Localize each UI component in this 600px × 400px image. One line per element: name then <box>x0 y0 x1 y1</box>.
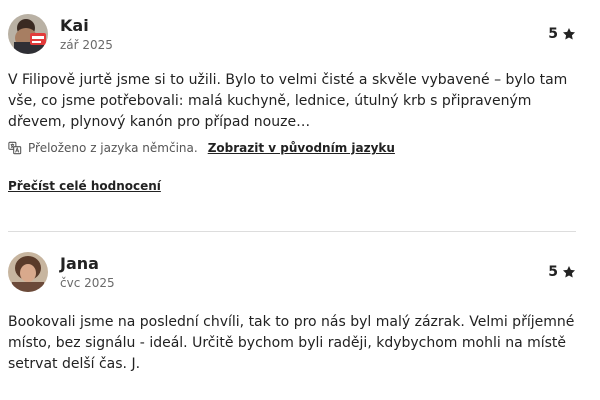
reviewer-name: Kai <box>60 16 89 35</box>
rating: 5 <box>548 264 576 280</box>
translation-label: Přeloženo z jazyka němčina. <box>28 141 198 155</box>
translate-icon <box>8 141 22 155</box>
review-text: V Filipově jurtě jsme si to užili. Bylo … <box>8 72 568 130</box>
review-card: Kai zář 2025 5 V Filipově jurtě jsme si … <box>8 14 576 194</box>
review-date: čvc 2025 <box>60 276 115 290</box>
read-full-review-link[interactable]: Přečíst celé hodnocení <box>8 179 161 193</box>
translation-note: Přeloženo z jazyka němčina. Zobrazit v p… <box>8 139 576 157</box>
review-date: zář 2025 <box>60 38 113 52</box>
review-header: Jana čvc 2025 5 <box>8 252 576 296</box>
rating: 5 <box>548 26 576 42</box>
avatar[interactable] <box>8 252 48 292</box>
avatar[interactable] <box>8 14 48 54</box>
rating-value: 5 <box>548 26 558 42</box>
star-icon <box>562 27 576 41</box>
review-header: Kai zář 2025 5 <box>8 14 576 58</box>
divider <box>8 231 576 232</box>
review-card: Jana čvc 2025 5 Bookovali jsme na posled… <box>8 252 576 375</box>
show-original-link[interactable]: Zobrazit v původním jazyku <box>208 141 395 155</box>
reviewer-name: Jana <box>60 254 99 273</box>
star-icon <box>562 265 576 279</box>
rating-value: 5 <box>548 264 558 280</box>
review-text: Bookovali jsme na poslední chvíli, tak t… <box>8 314 575 372</box>
